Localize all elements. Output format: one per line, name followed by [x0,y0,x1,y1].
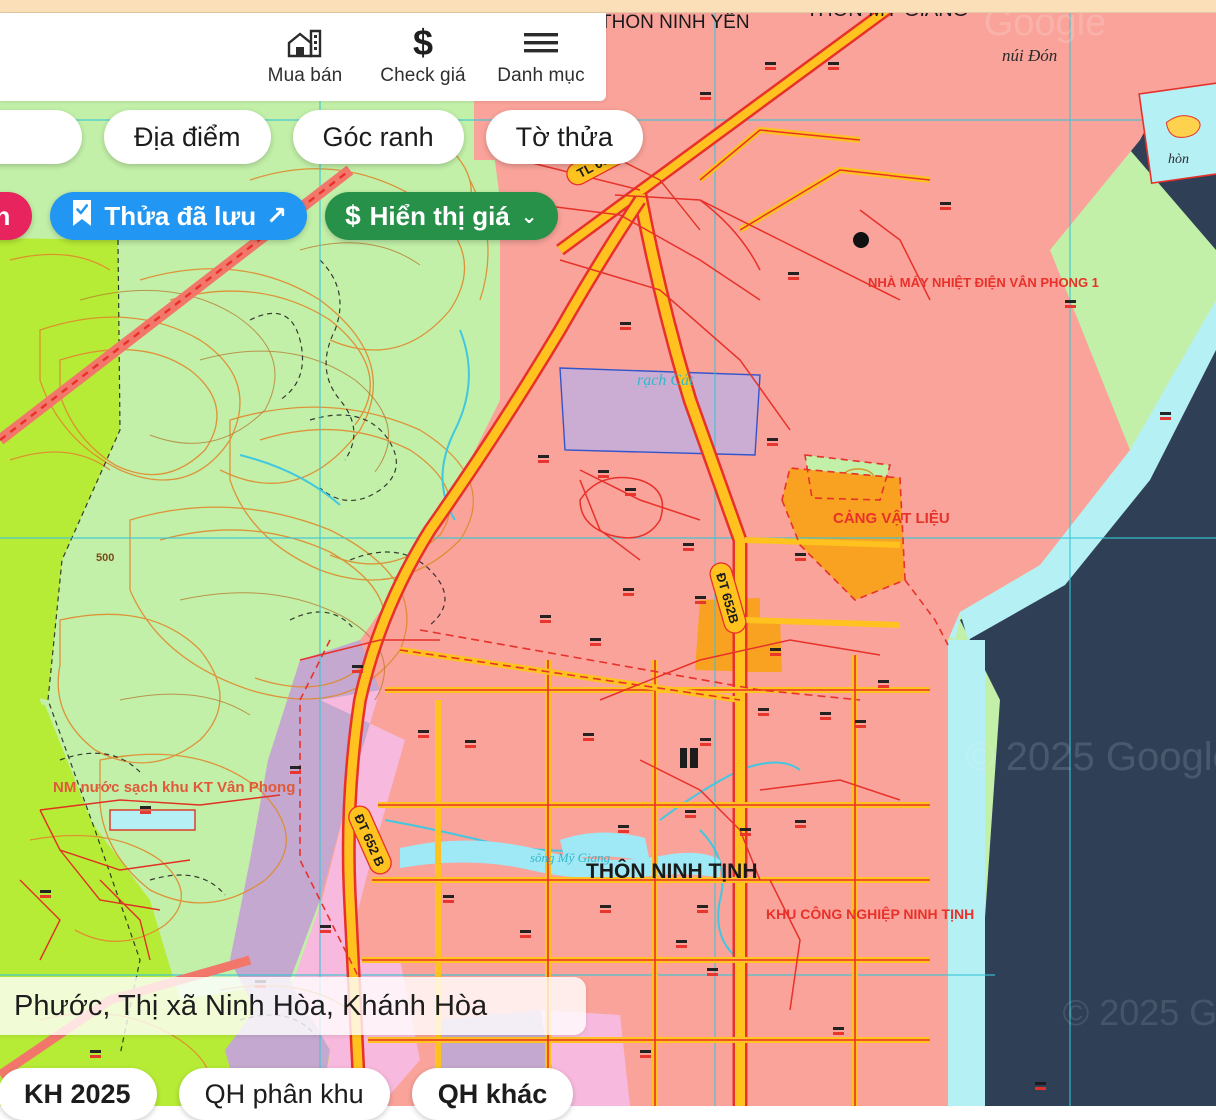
map-place-label: hòn [1168,152,1189,167]
filter-chip-dia-diem[interactable]: Địa điểm [104,110,271,164]
guide-chip-label: ẫn [0,201,10,232]
google-attribution-2: © 2025 Go [1063,992,1216,1033]
map-place-label: CẢNG VẬT LIỆU [833,509,950,527]
nav-label-danh-muc: Danh mục [497,65,584,87]
dollar-icon: $ [413,23,433,63]
map-place-label: 500 [96,552,114,564]
map-place-label: THÔN NINH YẾN [600,11,750,33]
saved-parcels-button[interactable]: Thửa đã lưu ↗ [50,192,307,240]
filter-chip-row-secondary: ẫn Thửa đã lưu ↗ $ Hiển thị giá ⌄ [0,192,558,240]
nav-label-check-gia: Check giá [380,65,465,87]
dollar-icon: $ [345,200,361,232]
layer-chip-qh-phan-khu-label: QH phân khu [205,1079,364,1110]
filter-chip-cutoff[interactable] [0,110,82,164]
filter-chip-goc-ranh[interactable]: Góc ranh [293,110,464,164]
map-place-label: NM nước sạch khu KT Vân Phong [53,779,295,796]
nav-label-mua-ban: Mua bán [268,65,343,87]
show-price-button[interactable]: $ Hiển thị giá ⌄ [325,192,557,240]
arrow-up-right-icon: ↗ [266,201,287,231]
bookmark-check-icon [70,199,94,234]
browser-top-strip [0,0,1216,13]
chevron-down-icon: ⌄ [521,204,538,229]
house-building-icon [287,23,323,63]
filter-chip-to-thua[interactable]: Tờ thửa [486,110,643,164]
guide-chip[interactable]: ẫn [0,192,32,240]
map-place-label: THÔN NINH TỊNH [586,859,758,883]
nav-item-danh-muc[interactable]: Danh mục [482,13,600,87]
layer-chip-qh-khac[interactable]: QH khác [412,1068,574,1120]
filter-chip-to-thua-label: Tờ thửa [516,122,613,153]
address-text: Phước, Thị xã Ninh Hòa, Khánh Hòa [14,990,487,1023]
map-place-label: núi Đón [1002,46,1057,65]
map-place-label: NHÀ MÁY NHIỆT ĐIỆN VÂN PHONG 1 [868,275,1099,290]
map-place-label: rạch Cát [637,372,694,389]
filter-chip-row-primary: Địa điểm Góc ranh Tờ thửa [0,110,643,164]
nav-item-mua-ban[interactable]: Mua bán [246,13,364,87]
google-attribution-1: © 2025 Google [965,735,1216,779]
address-bar[interactable]: Phước, Thị xã Ninh Hòa, Khánh Hòa [0,977,586,1035]
map-place-label: KHU CÔNG NGHIỆP NINH TỊNH [766,905,974,922]
hamburger-menu-icon [522,23,560,63]
layer-chip-qh-phan-khu[interactable]: QH phân khu [179,1068,390,1120]
saved-parcels-label: Thửa đã lưu [104,201,256,232]
map-place-label: sông Mỹ Giang [530,850,611,865]
filter-chip-goc-ranh-label: Góc ranh [323,122,434,153]
nav-item-check-gia[interactable]: $ Check giá [364,13,482,87]
filter-chip-dia-diem-label: Địa điểm [134,122,241,153]
layer-chip-kh-2025[interactable]: KH 2025 [0,1068,157,1120]
layer-chip-kh-2025-label: KH 2025 [24,1079,131,1110]
app-header: Mua bán $ Check giá Danh mục [0,13,606,101]
show-price-label: Hiển thị giá [370,201,510,232]
map-canvas[interactable]: Google © 2025 Google © 2025 Go THÔN NINH… [0,0,1216,1106]
planning-layer-chip-row: KH 2025 QH phân khu QH khác [0,1068,573,1120]
layer-chip-qh-khac-label: QH khác [438,1079,548,1110]
header-nav: Mua bán $ Check giá Danh mục [246,13,606,87]
